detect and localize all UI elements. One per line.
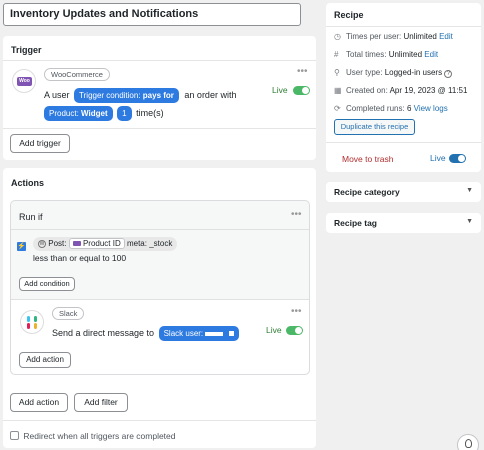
add-filter-button[interactable]: Add filter: [74, 393, 128, 412]
slack-sentence: Send a direct message to Slack user:: [52, 326, 239, 341]
hash-icon: #: [334, 50, 339, 59]
recipe-tag-label: Recipe tag: [334, 218, 377, 228]
redirect-checkbox[interactable]: [10, 431, 19, 441]
condition-comparison: less than or equal to 100: [33, 253, 127, 263]
inner-add-action-button[interactable]: Add action: [19, 352, 71, 368]
wordpress-icon: W: [38, 239, 46, 248]
recipe-category-label: Recipe category: [334, 187, 400, 197]
help-icon[interactable]: ?: [444, 70, 453, 78]
add-trigger-button[interactable]: Add trigger: [10, 134, 70, 153]
recipe-tag-panel[interactable]: Recipe tag ▼: [326, 213, 481, 233]
chevron-down-icon[interactable]: ▼: [466, 218, 473, 225]
woocommerce-icon: Woo: [12, 69, 36, 93]
actions-heading: Actions: [11, 178, 45, 188]
redirect-option[interactable]: Redirect when all triggers are completed: [10, 430, 176, 441]
trigger-panel: Trigger Woo WooCommerce ••• A user Trigg…: [3, 36, 316, 160]
times-per-user-row: ◷ Times per user: Unlimited Edit: [334, 32, 453, 41]
slack-live-toggle[interactable]: [286, 326, 303, 335]
slack-user-token[interactable]: Slack user:: [158, 326, 239, 341]
total-times-row: # Total times: Unlimited Edit: [334, 50, 439, 59]
recipe-status-label: Live: [430, 153, 446, 163]
times-per-user-edit-link[interactable]: Edit: [439, 32, 453, 41]
slack-action: Slack ••• Send a direct message to Slack…: [11, 300, 309, 374]
trigger-sentence: A user Trigger condition: pays for an or…: [44, 86, 264, 122]
integration-badge-woocommerce: WooCommerce: [44, 68, 110, 81]
help-bubble-icon[interactable]: [457, 434, 479, 450]
recipe-sidebar-panel: Recipe ◷ Times per user: Unlimited Edit #…: [326, 3, 481, 172]
condition-badge[interactable]: W Post: Product ID meta: _stock: [33, 237, 178, 251]
recipe-live-toggle[interactable]: [449, 154, 466, 163]
integration-badge-slack: Slack: [52, 307, 85, 320]
recipe-title-input[interactable]: Inventory Updates and Notifications: [3, 3, 301, 26]
slack-more-icon[interactable]: •••: [291, 306, 302, 317]
bolt-icon: ⚡: [17, 242, 26, 251]
total-times-edit-link[interactable]: Edit: [424, 50, 438, 59]
add-action-button[interactable]: Add action: [10, 393, 68, 412]
calendar-icon: ▦: [334, 86, 342, 95]
user-icon: ⚲: [334, 68, 340, 77]
recipe-heading: Recipe: [334, 10, 364, 20]
run-if-block: Run if ••• ⚡ W Post: Product ID meta: _s…: [10, 200, 310, 375]
refresh-icon: ⟳: [334, 104, 341, 113]
slack-status-label: Live: [266, 325, 282, 335]
recipe-category-panel[interactable]: Recipe category ▼: [326, 182, 481, 202]
clock-icon: ◷: [334, 32, 341, 41]
woocommerce-small-icon: [72, 241, 81, 247]
completed-runs-row: ⟳ Completed runs: 6 View logs: [334, 104, 448, 113]
user-type-row: ⚲ User type: Logged-in users ?: [334, 68, 453, 78]
trigger-live-toggle[interactable]: [293, 86, 310, 95]
duplicate-recipe-button[interactable]: Duplicate this recipe: [334, 119, 415, 135]
run-if-label: Run if: [19, 212, 43, 222]
run-if-more-icon[interactable]: •••: [291, 209, 302, 220]
chevron-down-icon[interactable]: ▼: [466, 187, 473, 194]
move-to-trash-link[interactable]: Move to trash: [342, 154, 394, 164]
add-condition-button[interactable]: Add condition: [19, 277, 75, 291]
trigger-heading: Trigger: [11, 45, 42, 55]
slack-icon: [20, 310, 44, 334]
actions-panel: Actions Run if ••• ⚡ W Post: Product ID …: [3, 168, 316, 448]
trigger-more-icon[interactable]: •••: [297, 66, 308, 77]
count-token[interactable]: 1: [117, 106, 132, 121]
trigger-condition-token[interactable]: Trigger condition: pays for: [74, 88, 179, 103]
trigger-status-label: Live: [272, 85, 288, 95]
created-on-row: ▦ Created on: Apr 19, 2023 @ 11:51: [334, 86, 468, 95]
product-id-field: Product ID: [68, 238, 125, 249]
view-logs-link[interactable]: View logs: [414, 104, 448, 113]
product-token[interactable]: Product: Widget: [44, 106, 113, 121]
